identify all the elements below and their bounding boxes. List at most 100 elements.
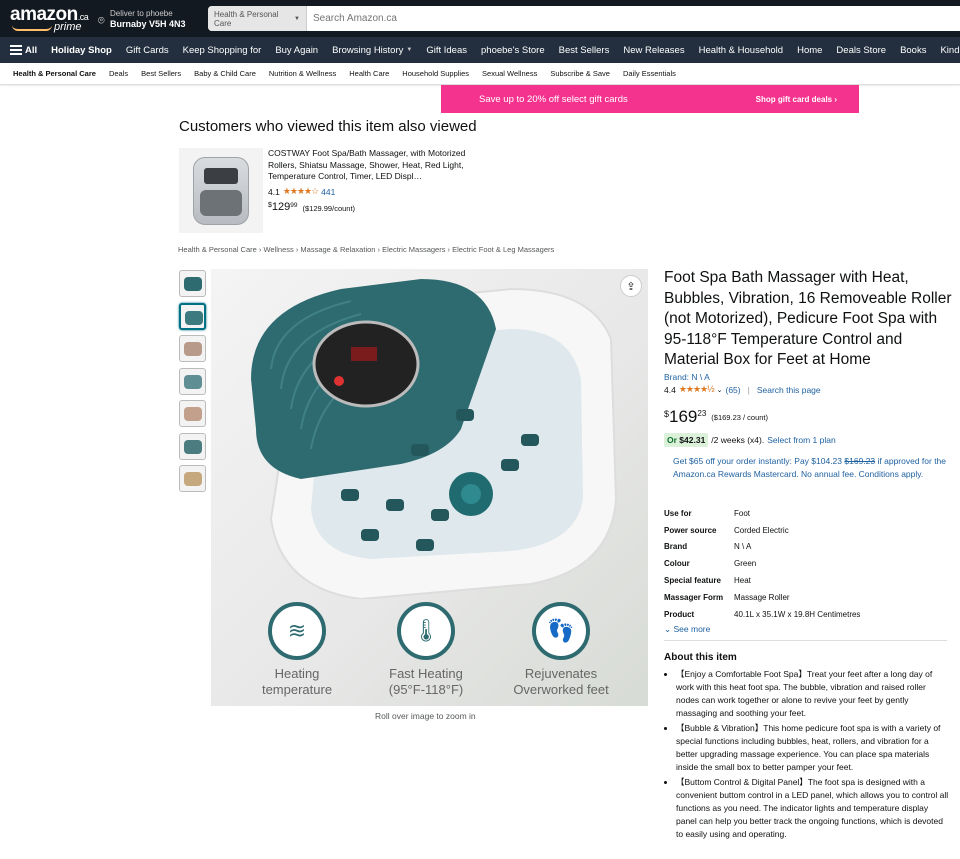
- nav-item-kindle[interactable]: Kindle B: [940, 45, 960, 56]
- product-rating: 4.4 ★★★★½ ⌄ (65) | Search this page: [664, 384, 954, 395]
- subnav-item-best-sellers[interactable]: Best Sellers: [141, 69, 181, 78]
- deliver-line2: Burnaby V5H 4N3: [110, 19, 186, 29]
- top-header: amazon.ca prime ⌾ Deliver to phoebe Burn…: [0, 0, 960, 37]
- breadcrumb[interactable]: Health & Personal Care › Wellness › Mass…: [178, 245, 554, 254]
- feature-label-line1: Rejuvenates: [524, 666, 598, 681]
- thumbnail-6[interactable]: [179, 432, 206, 460]
- feet-icon: 👣: [532, 602, 590, 660]
- spec-value: Foot: [734, 508, 751, 518]
- banner-link[interactable]: Shop gift card deals ›: [756, 95, 837, 104]
- amazon-logo[interactable]: amazon.ca prime: [10, 5, 90, 34]
- price-fraction: 99: [290, 202, 298, 209]
- zoom-note: Roll over image to zoom in: [375, 711, 476, 721]
- brand-link[interactable]: Brand: N \ A: [664, 372, 954, 382]
- foot-spa-thumbnail: [193, 156, 249, 225]
- feature-fast-heating: 🌡 Fast Heating (95°F-118°F): [381, 602, 471, 698]
- nav-item-gift-cards[interactable]: Gift Cards: [126, 45, 169, 56]
- share-icon[interactable]: ⇪: [620, 275, 642, 297]
- spec-key: Brand: [664, 542, 688, 552]
- foot-spa-illustration: [251, 279, 618, 599]
- spec-table: Use for Foot Power source Corded Electric …: [664, 505, 954, 623]
- subnav-item-health-care[interactable]: Health Care: [349, 69, 389, 78]
- installment-link[interactable]: Select from 1 plan: [767, 435, 836, 445]
- spec-value: Green: [734, 559, 757, 569]
- subnav-item-daily[interactable]: Daily Essentials: [623, 69, 676, 78]
- nav-item-new-releases[interactable]: New Releases: [623, 45, 684, 56]
- spec-value: N \ A: [734, 542, 752, 552]
- nav-all-label: All: [25, 44, 38, 56]
- spec-row: Power source Corded Electric: [664, 522, 954, 539]
- subnav-item-household[interactable]: Household Supplies: [402, 69, 469, 78]
- price-whole: 169: [669, 407, 698, 426]
- feature-label-line2: (95°F-118°F): [388, 682, 464, 697]
- thumbnail-4[interactable]: [179, 367, 206, 395]
- nav-all-menu[interactable]: All: [10, 43, 37, 57]
- nav-item-holiday-shop[interactable]: Holiday Shop: [51, 45, 112, 56]
- nav-item-health-household[interactable]: Health & Household: [699, 45, 784, 56]
- subnav-item-deals[interactable]: Deals: [109, 69, 128, 78]
- product-title: Foot Spa Bath Massager with Heat, Bubble…: [664, 269, 952, 368]
- subnav-item-baby[interactable]: Baby & Child Care: [194, 69, 256, 78]
- about-item: 【Bubble & Vibration】This home pedicure f…: [676, 722, 949, 774]
- spec-row: Massager Form Massage Roller: [664, 589, 954, 606]
- chevron-down-icon[interactable]: ⌄: [717, 386, 723, 394]
- thumbnail-1[interactable]: [179, 270, 206, 297]
- rating-value: 4.4: [664, 384, 676, 395]
- price-per-unit: ($169.23 / count): [711, 413, 769, 422]
- star-rating-icon[interactable]: ★★★★☆: [283, 186, 319, 197]
- see-more-label: See more: [673, 624, 711, 634]
- thumbnail-3[interactable]: [179, 335, 206, 362]
- spec-key: Colour: [664, 559, 690, 569]
- search-input[interactable]: [307, 7, 960, 30]
- nav-item-browsing-history[interactable]: Browsing History ▼: [332, 45, 412, 56]
- also-viewed-product-title[interactable]: COSTWAY Foot Spa/Bath Massager, with Mot…: [268, 148, 483, 183]
- see-more-link[interactable]: ⌄ See more: [664, 624, 954, 635]
- subnav-item-nutrition[interactable]: Nutrition & Wellness: [269, 69, 336, 78]
- spec-value: Heat: [734, 576, 751, 586]
- nav-item-best-sellers[interactable]: Best Sellers: [559, 45, 610, 56]
- nav-item-home[interactable]: Home: [797, 45, 822, 56]
- image-thumbnails: [179, 270, 207, 498]
- feature-label-line1: Fast Heating: [389, 666, 463, 681]
- nav-browsing-history-label: Browsing History: [332, 44, 404, 56]
- review-count-link[interactable]: (65): [725, 385, 740, 395]
- nav-item-store[interactable]: phoebe's Store: [481, 45, 545, 56]
- subnav-item-sexual-wellness[interactable]: Sexual Wellness: [482, 69, 537, 78]
- deliver-to[interactable]: ⌾ Deliver to phoebe Burnaby V5H 4N3: [98, 9, 186, 30]
- feature-label-line1: Heating: [274, 666, 320, 681]
- review-count-link[interactable]: 441: [321, 187, 335, 197]
- promo-strike-price: $169.23: [844, 456, 876, 466]
- separator: |: [747, 384, 750, 395]
- main-product-image[interactable]: ⇪ ≋ Heating temperature 🌡 Fast Heating (…: [211, 269, 648, 706]
- spec-row: Use for Foot: [664, 505, 954, 522]
- rating-value: 4.1: [268, 186, 280, 197]
- nav-item-buy-again[interactable]: Buy Again: [275, 45, 318, 56]
- search-category-dropdown[interactable]: Health & Personal Care ▼: [208, 6, 307, 31]
- about-title: About this item: [664, 652, 737, 663]
- spec-row: Product 40.1L x 35.1W x 19.8H Centimetres: [664, 606, 954, 623]
- promo-text-1: Get $65 off your order instantly: Pay $1…: [673, 456, 843, 466]
- thumbnail-7[interactable]: [179, 465, 206, 492]
- spec-key: Special feature: [664, 576, 721, 586]
- nav-item-gift-ideas[interactable]: Gift Ideas: [426, 45, 467, 56]
- feature-heating: ≋ Heating temperature: [257, 602, 337, 698]
- nav-item-keep-shopping[interactable]: Keep Shopping for: [183, 45, 262, 56]
- thumbnail-2[interactable]: [179, 302, 206, 330]
- search-this-page-link[interactable]: Search this page: [757, 385, 821, 395]
- spec-key: Power source: [664, 525, 717, 535]
- spec-row: Colour Green: [664, 555, 954, 572]
- logo-prime: prime: [54, 21, 82, 33]
- spec-row: Special feature Heat: [664, 572, 954, 589]
- gift-card-banner[interactable]: Save up to 20% off select gift cards Sho…: [441, 85, 859, 113]
- subnav-item-health[interactable]: Health & Personal Care: [13, 69, 96, 78]
- star-rating-icon[interactable]: ★★★★½: [679, 384, 715, 395]
- card-promo[interactable]: Get $65 off your order instantly: Pay $1…: [673, 455, 948, 481]
- about-item: 【Buttom Control & Digital Panel】The foot…: [676, 776, 949, 841]
- also-viewed-title: Customers who viewed this item also view…: [179, 118, 477, 135]
- subnav-item-subscribe[interactable]: Subscribe & Save: [550, 69, 610, 78]
- nav-item-deals-store[interactable]: Deals Store: [836, 45, 886, 56]
- heat-waves-icon: ≋: [268, 602, 326, 660]
- also-viewed-product-image[interactable]: [179, 148, 263, 233]
- nav-item-books[interactable]: Books: [900, 45, 926, 56]
- thumbnail-5[interactable]: [179, 400, 206, 427]
